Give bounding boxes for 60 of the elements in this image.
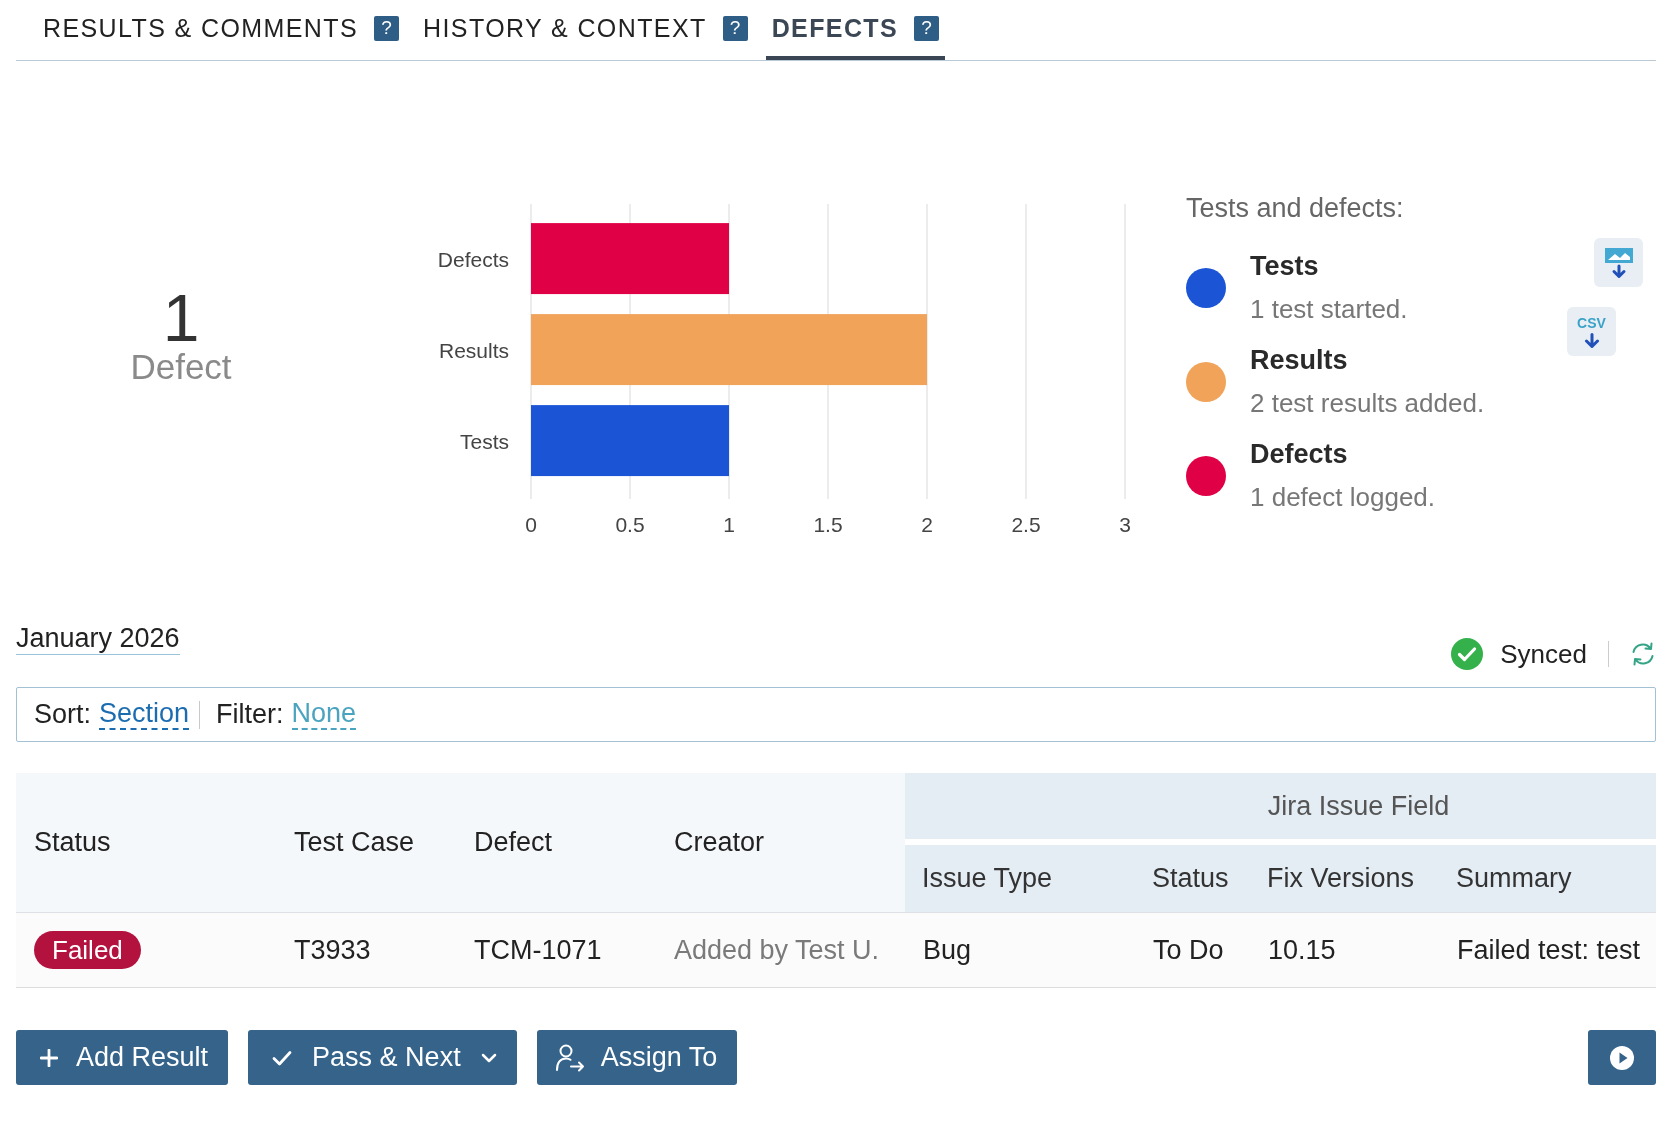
refresh-icon[interactable] xyxy=(1630,641,1656,667)
help-icon[interactable]: ? xyxy=(914,15,940,41)
table-cell: Failed test: test xyxy=(1439,912,1656,988)
table-cell: TCM-1071 xyxy=(456,912,656,988)
tick-label: 0.5 xyxy=(615,512,645,536)
category-label: Tests xyxy=(460,430,509,453)
legend-description: 1 defect logged. xyxy=(1250,481,1436,514)
legend-description: 1 test started. xyxy=(1250,293,1408,326)
tick-label: 1 xyxy=(723,512,735,536)
column-header: Creator xyxy=(656,773,905,912)
check-circle-icon xyxy=(1451,638,1484,670)
table-cell: Bug xyxy=(905,912,1135,988)
play-button[interactable] xyxy=(1588,1030,1656,1085)
sync-status: Synced xyxy=(1500,638,1587,670)
tick-label: 2.5 xyxy=(1011,512,1041,536)
play-icon xyxy=(1609,1044,1635,1071)
filter-label: Filter: xyxy=(216,699,284,730)
table-cell: Added by Test U. xyxy=(656,912,905,988)
pass-next-button[interactable]: Pass & Next xyxy=(248,1030,517,1085)
image-download-button[interactable] xyxy=(1594,238,1643,287)
tick-label: 0 xyxy=(525,512,537,536)
image-download-icon xyxy=(1603,246,1634,279)
sort-link[interactable]: Section xyxy=(99,698,190,731)
caret-icon xyxy=(480,1052,497,1063)
user-arrow-icon xyxy=(554,1042,585,1073)
legend-name: Results xyxy=(1250,344,1349,377)
column-header: Status xyxy=(16,773,276,912)
status-badge: Failed xyxy=(34,931,141,969)
table-cell: T3933 xyxy=(276,912,456,988)
legend-name: Tests xyxy=(1250,250,1320,283)
legend-title: Tests and defects: xyxy=(1186,192,1405,225)
month-heading: January 2026 xyxy=(16,622,180,655)
tab[interactable]: RESULTS & COMMENTS ? xyxy=(37,0,406,60)
table-cell: To Do xyxy=(1135,912,1250,988)
help-icon[interactable]: ? xyxy=(722,15,748,41)
column-header: Test Case xyxy=(276,773,456,912)
summary-count: 1 xyxy=(162,288,200,348)
table-cell: 10.15 xyxy=(1250,912,1439,988)
column-header: Status xyxy=(1135,845,1250,912)
tab[interactable]: HISTORY & CONTEXT ? xyxy=(417,0,754,60)
sort-label: Sort: xyxy=(34,699,92,730)
add-result-button[interactable]: Add Result xyxy=(16,1030,229,1085)
column-header: Defect xyxy=(456,773,656,912)
down-arrow-icon xyxy=(1582,332,1601,348)
column-header: Issue Type xyxy=(905,845,1135,912)
column-header: Fix Versions xyxy=(1250,845,1439,912)
category-label: Defects xyxy=(437,248,509,271)
tab[interactable]: DEFECTS ? xyxy=(765,0,946,60)
tick-label: 2 xyxy=(921,512,933,536)
help-icon[interactable]: ? xyxy=(374,15,400,41)
tick-label: 1.5 xyxy=(813,512,843,536)
legend-description: 2 test results added. xyxy=(1250,387,1485,420)
category-label: Results xyxy=(438,339,509,362)
check-icon xyxy=(272,1049,293,1066)
legend-name: Defects xyxy=(1250,438,1349,471)
assign-to-button[interactable]: Assign To xyxy=(536,1030,738,1085)
tick-label: 3 xyxy=(1119,512,1131,536)
column-header: Summary xyxy=(1439,845,1656,912)
summary-label: Defect xyxy=(129,348,233,386)
plus-icon xyxy=(40,1048,58,1067)
